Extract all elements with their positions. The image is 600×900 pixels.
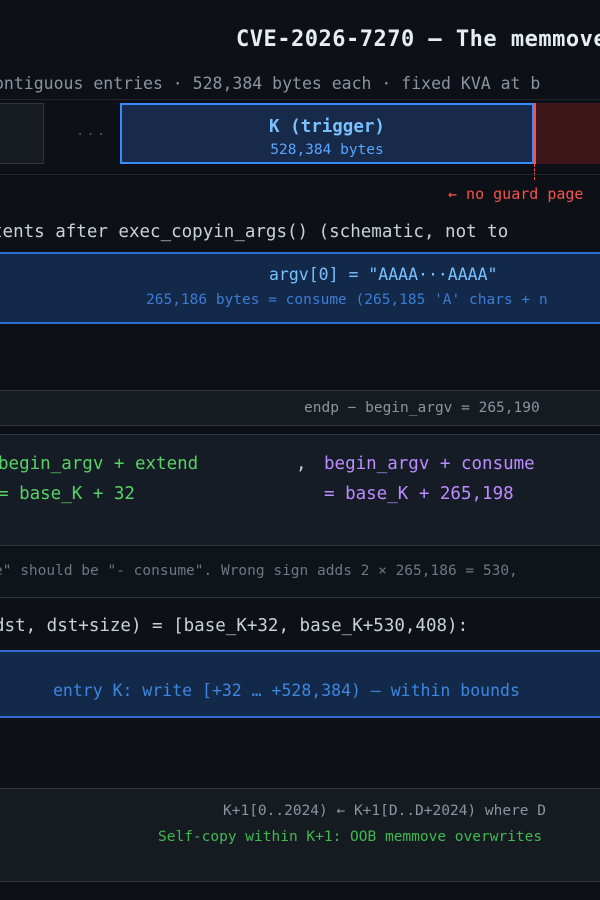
argv-value: argv[0] = "AAAA···AAAA" [269,265,498,284]
write-range: dst, dst+size) = [base_K+32, base_K+530,… [0,616,469,636]
args-separator: , [296,454,307,474]
kva-entry-trigger: K (trigger) 528,384 bytes [120,103,534,164]
trigger-size: 528,384 bytes [270,142,384,158]
args-section-heading: tents after exec_copyin_args() (schemati… [0,222,509,242]
argv-block [0,252,600,324]
k1-overwrite-note: Self-copy within K+1: OOB memmove overwr… [158,829,543,845]
dst-value: = base_K + 32 [0,484,135,504]
dst-expression: begin_argv + extend [0,454,199,474]
page-title: CVE-2026-7270 — The memmove [236,27,600,52]
divider [0,174,600,175]
src-value: = base_K + 265,198 [324,484,514,504]
k1-copy-range: K+1[0..2024) ← K+1[D..D+2024) where D [223,803,547,819]
entry-k-write: entry K: write [+32 … +528,384) — within… [53,681,520,700]
bug-note: e" should be "- consume". Wrong sign add… [0,563,518,579]
divider [0,99,600,100]
kva-entry-previous [0,103,44,164]
page-subtitle: ontiguous entries · 528,384 bytes each ·… [0,74,541,93]
kva-entry-next [534,103,600,164]
argv-size: 265,186 bytes = consume (265,185 'A' cha… [146,292,548,308]
src-expression: begin_argv + consume [324,454,535,474]
trigger-label: K (trigger) [269,117,385,137]
endp-difference: endp − begin_argv = 265,190 [304,400,540,416]
guard-boundary-line [534,164,535,180]
guard-page-note: ← no guard page [448,185,584,203]
entries-ellipsis: ... [76,123,108,139]
